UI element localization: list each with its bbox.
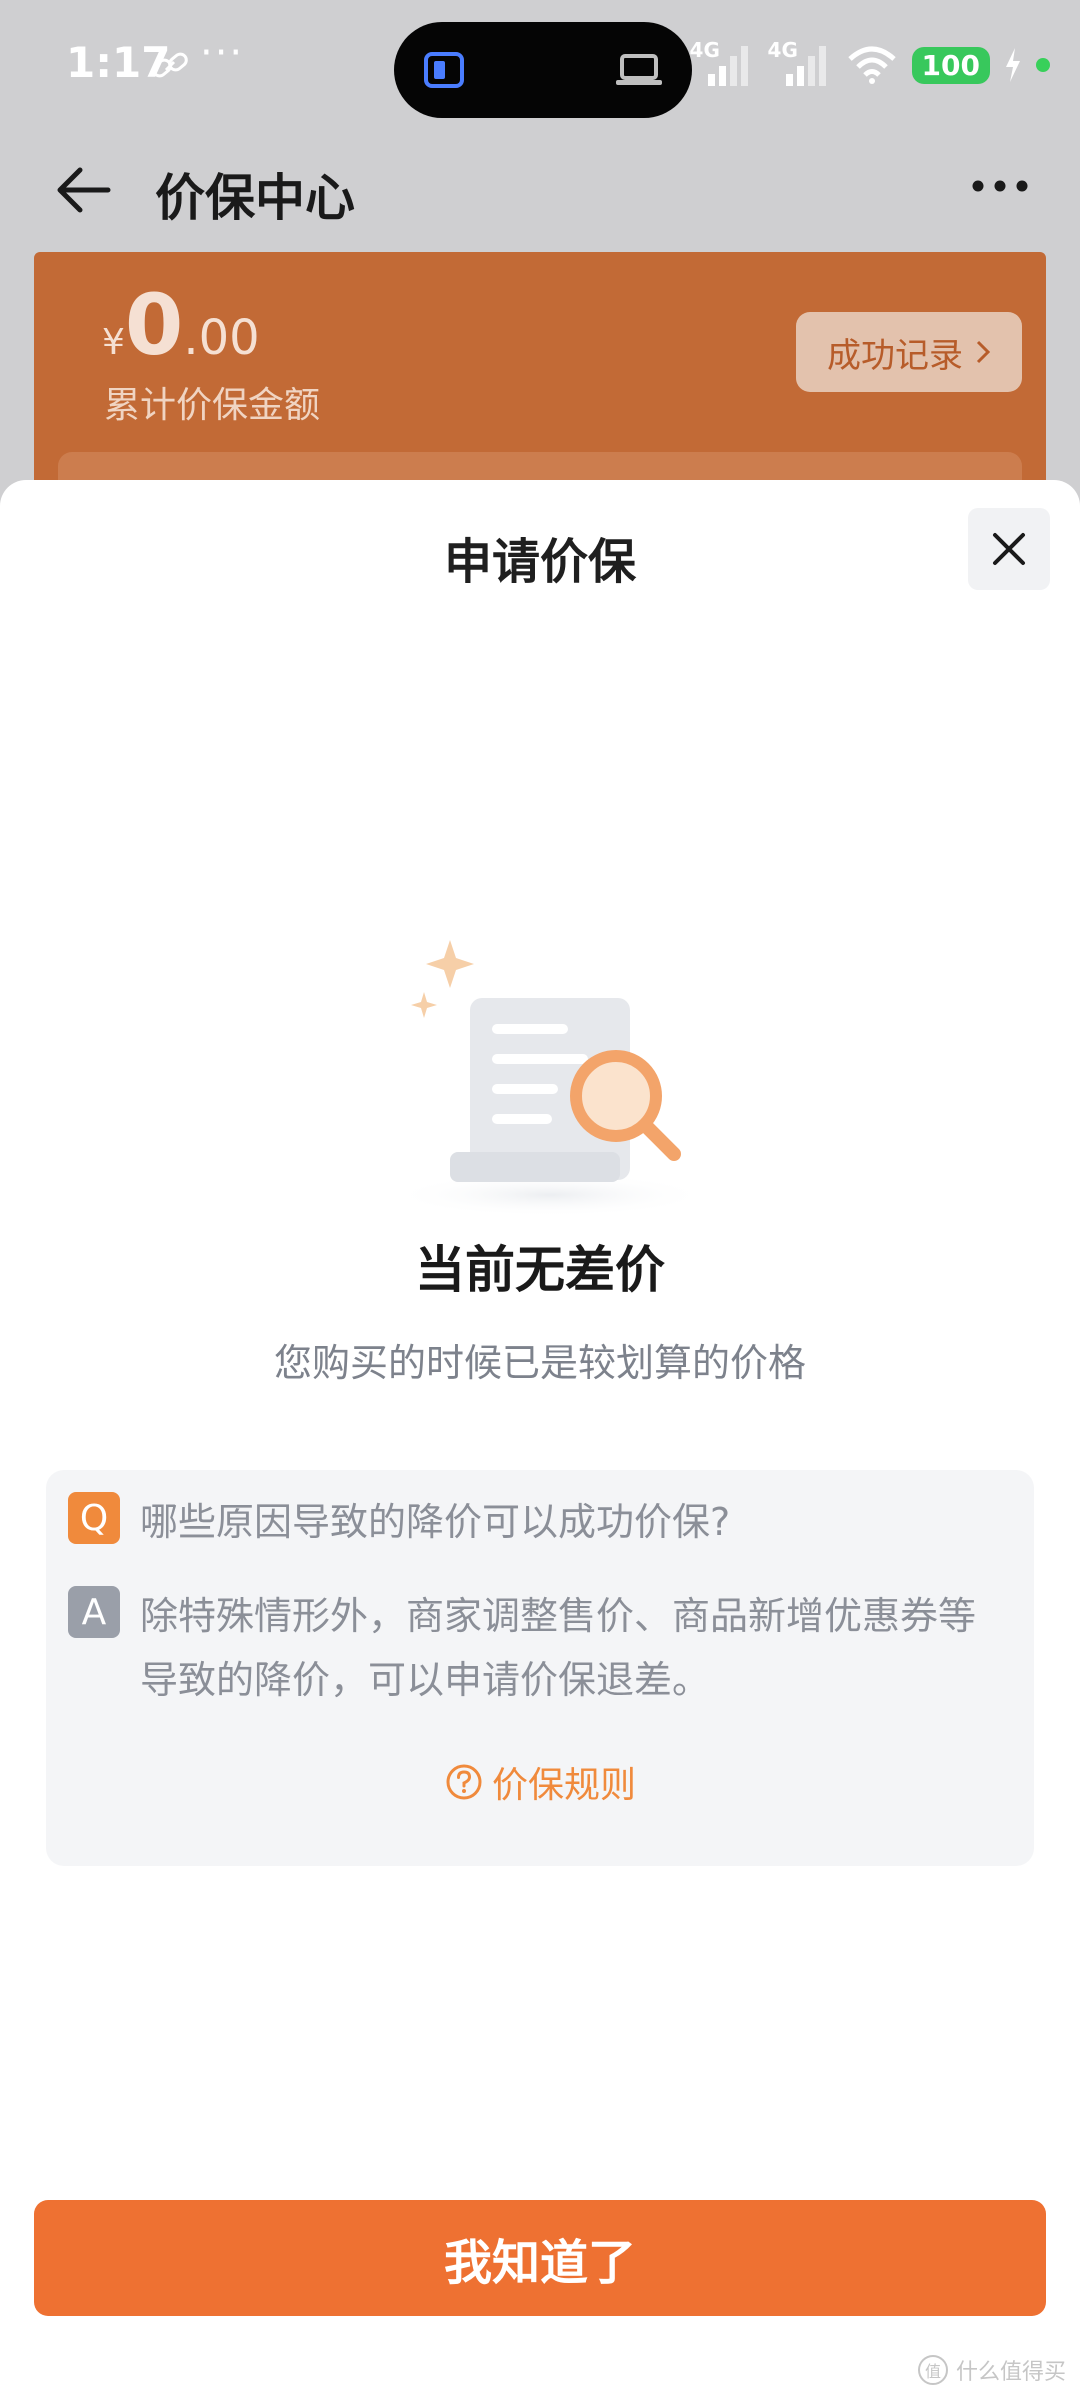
charging-icon [1006, 48, 1020, 82]
sheet-title: 申请价保 [443, 534, 636, 590]
faq-box: Q 哪些原因导致的降价可以成功价保? A 除特殊情形外，商家调整售价、商品新增优… [46, 1470, 1034, 1866]
nav-header: 价保中心 [0, 140, 1080, 240]
got-it-button[interactable]: 我知道了 [34, 2200, 1046, 2316]
empty-state-description: 您购买的时候已是较划算的价格 [273, 1341, 806, 1385]
screen-mirror-icon [424, 52, 464, 88]
more-icon[interactable] [970, 176, 1030, 196]
empty-state-title: 当前无差价 [415, 1241, 665, 1299]
total-amount-label: 累计价保金额 [104, 385, 321, 426]
success-record-button[interactable]: 成功记录 [796, 312, 1022, 392]
rules-link-label: 价保规则 [491, 1765, 636, 1806]
wifi-icon [847, 46, 896, 84]
status-bar: 1:17 ··· 4G 4G 100 [0, 0, 1080, 130]
price-protection-summary-card: ¥0.00 累计价保金额 成功记录 [34, 252, 1046, 512]
question-text: 哪些原因导致的降价可以成功价保? [140, 1500, 731, 1544]
watermark-logo-icon: 值 [917, 2355, 948, 2385]
dynamic-island [394, 22, 692, 118]
chevron-right-icon [976, 340, 991, 364]
answer-text: 除特殊情形外，商家调整售价、商品新增优惠券等导致的降价，可以申请价保退差。 [140, 1594, 977, 1702]
apply-price-protection-sheet: 申请价保 当前无差价 您购买的时候已是较划算的价格 Q 哪些原因导致的降价可以成… [0, 480, 1080, 2400]
signal-icon: 4G [690, 38, 754, 88]
back-arrow-icon[interactable] [52, 162, 112, 218]
price-protection-rules-link[interactable]: 价保规则 [46, 1756, 1034, 1808]
faq-answer: A 除特殊情形外，商家调整售价、商品新增优惠券等导致的降价，可以申请价保退差。 [68, 1584, 1000, 1712]
question-circle-icon [446, 1764, 482, 1800]
watermark-text: 什么值得买 [955, 2360, 1066, 2385]
success-record-label: 成功记录 [827, 335, 963, 376]
laptop-icon [616, 54, 662, 85]
no-price-difference-illustration [390, 940, 710, 1217]
status-icons: 4G 4G 100 [690, 38, 1050, 90]
privacy-indicator [1036, 58, 1050, 72]
close-icon [993, 533, 1025, 565]
answer-badge: A [68, 1586, 120, 1638]
status-more: ··· [200, 30, 245, 76]
total-amount: ¥0.00 [102, 276, 260, 374]
close-button[interactable] [968, 508, 1050, 590]
page-title: 价保中心 [155, 169, 355, 227]
question-badge: Q [68, 1492, 120, 1544]
faq-question: Q 哪些原因导致的降价可以成功价保? [68, 1490, 1000, 1554]
watermark: 值 什么值得买 [917, 2354, 1066, 2386]
link-icon [152, 52, 188, 78]
battery-indicator: 100 [911, 46, 990, 84]
signal-icon: 4G [768, 38, 832, 88]
